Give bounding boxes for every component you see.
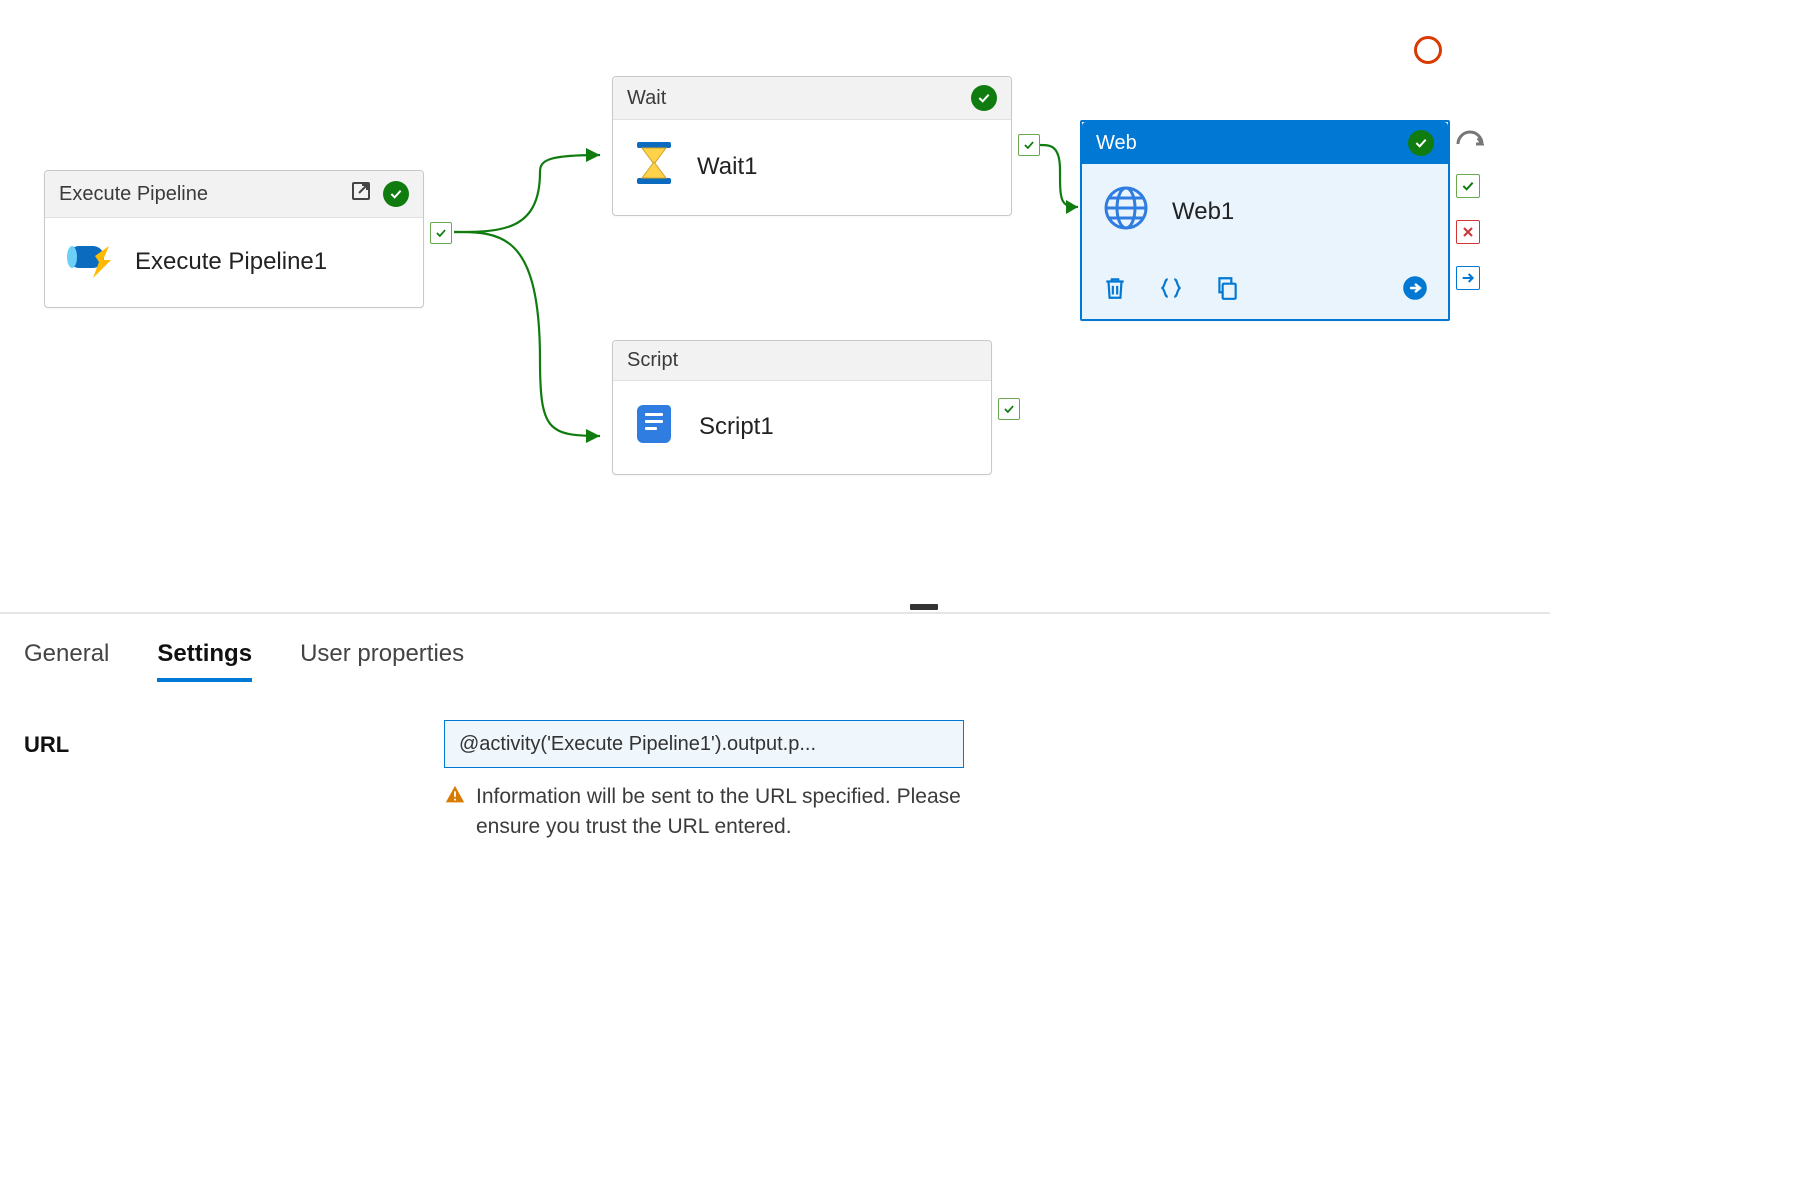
settings-form: URL @activity('Execute Pipeline1').outpu… xyxy=(24,720,964,843)
activity-web[interactable]: Web Web1 xyxy=(1080,120,1450,321)
open-icon[interactable] xyxy=(349,179,373,209)
deactivate-icon[interactable] xyxy=(1456,128,1484,153)
activity-type-label: Script xyxy=(627,349,678,372)
pipeline-canvas[interactable]: Execute Pipeline Execute Pipeline1 xyxy=(0,0,1800,610)
status-success-icon xyxy=(1408,130,1434,156)
properties-tabs: General Settings User properties xyxy=(24,640,464,682)
go-arrow-icon[interactable] xyxy=(1402,275,1428,301)
tab-settings[interactable]: Settings xyxy=(157,640,252,682)
activity-name: Web1 xyxy=(1172,198,1234,226)
activity-wait[interactable]: Wait Wait1 xyxy=(612,76,1012,216)
activity-script[interactable]: Script Script1 xyxy=(612,340,992,475)
warning-icon xyxy=(444,784,466,806)
activity-name: Execute Pipeline1 xyxy=(135,248,327,276)
code-braces-icon[interactable] xyxy=(1158,275,1184,301)
activity-type-label: Web xyxy=(1096,132,1137,155)
success-port[interactable] xyxy=(1018,134,1040,156)
delete-icon[interactable] xyxy=(1102,275,1128,301)
url-label: URL xyxy=(24,720,444,843)
tab-general[interactable]: General xyxy=(24,640,109,682)
url-warning: Information will be sent to the URL spec… xyxy=(444,782,964,843)
copy-icon[interactable] xyxy=(1214,275,1240,301)
script-icon xyxy=(633,401,677,452)
splitter-grip[interactable] xyxy=(910,604,938,610)
hourglass-icon xyxy=(633,140,675,193)
panel-divider[interactable] xyxy=(0,612,1550,614)
activity-execute-pipeline[interactable]: Execute Pipeline Execute Pipeline1 xyxy=(44,170,424,308)
annotation-circle xyxy=(1414,36,1442,64)
activity-toolbar xyxy=(1082,261,1448,319)
tab-user-properties[interactable]: User properties xyxy=(300,640,464,682)
success-port[interactable] xyxy=(430,222,452,244)
activity-name: Script1 xyxy=(699,413,774,441)
url-input[interactable]: @activity('Execute Pipeline1').output.p.… xyxy=(444,720,964,768)
globe-icon xyxy=(1102,184,1150,239)
activity-type-label: Execute Pipeline xyxy=(59,183,208,206)
failure-handle[interactable] xyxy=(1456,220,1480,244)
activity-type-label: Wait xyxy=(627,87,666,110)
success-handle[interactable] xyxy=(1456,174,1480,198)
status-success-icon xyxy=(383,181,409,207)
activity-name: Wait1 xyxy=(697,153,757,181)
pipe-icon xyxy=(65,238,113,285)
success-port[interactable] xyxy=(998,398,1020,420)
status-success-icon xyxy=(971,85,997,111)
completion-handle[interactable] xyxy=(1456,266,1480,290)
